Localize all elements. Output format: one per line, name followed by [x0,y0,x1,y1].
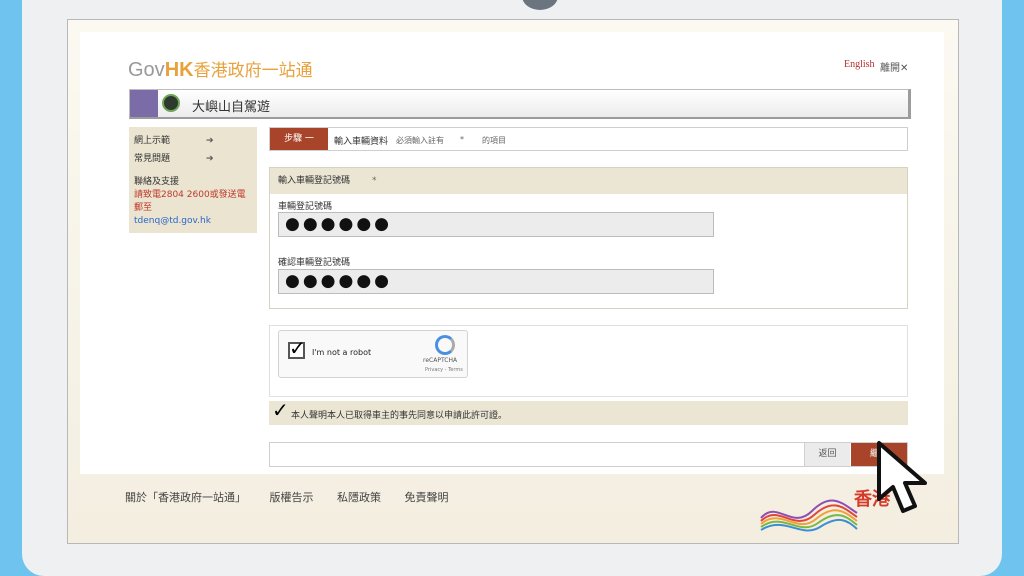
sidebar-item-label: 常見問題 [134,154,171,164]
vehicle-form-section: 輸入車輛登記號碼 * 車輛登記號碼 ●●●●●● 確認車輛登記號碼 ●●●●●● [269,167,908,309]
step-bar: 步驟 一 輸入車輛資料 必須輸入註有 * 的項目 [269,127,908,151]
confirm-reg-number-input[interactable]: ●●●●●● [278,269,714,294]
step-badge: 步驟 一 [270,128,328,150]
logo-hk-text: HK [164,59,194,81]
arrow-right-icon: ➔ [206,136,214,146]
logo-gov-text: Gov [128,59,165,81]
english-link[interactable]: English [844,59,875,70]
recaptcha-widget: ✓ I'm not a robot reCAPTCHA Privacy - Te… [278,330,468,378]
footer-link-copyright[interactable]: 版權告示 [270,491,314,504]
logo-cn-text: 香港政府一站通 [193,61,313,81]
checkmark-icon: ✓ [289,336,306,360]
required-star: * [460,135,464,144]
step-title: 輸入車輛資料 [334,137,389,147]
contact-text: 請致電2804 2600或發送電郵至 [134,190,246,213]
sidebar-item-faq[interactable]: 常見問題 ➔ [134,150,252,168]
action-bar: 返回 繼續 [269,442,908,467]
arrow-right-icon: ➔ [206,154,214,164]
declaration-text: 本人聲明本人已取得車主的事先同意以申請此許可證。 [291,411,508,421]
reg-number-label: 車輛登記號碼 [278,202,333,212]
recaptcha-label: I'm not a robot [312,348,372,357]
contact-email-link[interactable]: tdenq@td.gov.hk [134,215,252,228]
footer-link-about[interactable]: 關於「香港政府一站通」 [125,491,246,504]
sidebar: 網上示範 ➔ 常見問題 ➔ 聯絡及支援 請致電2804 2600或發送電郵至 t… [129,127,257,233]
declaration-row[interactable]: ✓ 本人聲明本人已取得車主的事先同意以申請此許可證。 [269,398,908,425]
section-title: 輸入車輛登記號碼 [278,176,351,186]
contact-heading: 聯絡及支援 [134,177,180,187]
camera-notch [522,0,558,10]
back-button[interactable]: 返回 [804,443,850,466]
footer-links: 關於「香港政府一站通」 版權告示 私隱政策 免責聲明 [125,489,469,505]
section-required-star: * [372,176,377,186]
required-note-end: 的項目 [482,136,506,145]
reg-number-input[interactable]: ●●●●●● [278,212,714,237]
recaptcha-terms-link[interactable]: Privacy - Terms [425,367,463,373]
footer-link-privacy[interactable]: 私隱政策 [337,491,381,504]
footer-link-disclaimer[interactable]: 免責聲明 [405,491,449,504]
recaptcha-logo-icon [435,335,455,355]
recaptcha-brand: reCAPTCHA [423,357,458,364]
section-header: 輸入車輛登記號碼 * [270,168,907,194]
mouse-pointer-icon [877,441,927,513]
brand-swirl-logo [760,499,858,532]
traffic-light-icon [162,94,180,112]
govhk-logo[interactable]: GovHK香港政府一站通 [128,56,313,82]
page-title-bar: 大嶼山自駕遊 [129,89,911,119]
captcha-area: ✓ I'm not a robot reCAPTCHA Privacy - Te… [269,325,908,397]
browser-screen: GovHK香港政府一站通 English 離開✕ 大嶼山自駕遊 網上示範 ➔ 常… [67,19,959,544]
sidebar-item-label: 網上示範 [134,136,171,146]
contact-support: 聯絡及支援 請致電2804 2600或發送電郵至 tdenq@td.gov.hk [134,176,252,228]
leave-link[interactable]: 離開✕ [880,59,908,74]
confirm-reg-number-label: 確認車輛登記號碼 [278,258,351,268]
page-title: 大嶼山自駕遊 [192,100,271,115]
sidebar-item-demo[interactable]: 網上示範 ➔ [134,132,252,150]
page-content: GovHK香港政府一站通 English 離開✕ 大嶼山自駕遊 網上示範 ➔ 常… [80,32,944,474]
required-note: 必須輸入註有 [396,136,444,145]
title-accent-block [130,90,158,117]
declaration-checkmark-icon[interactable]: ✓ [272,398,289,422]
